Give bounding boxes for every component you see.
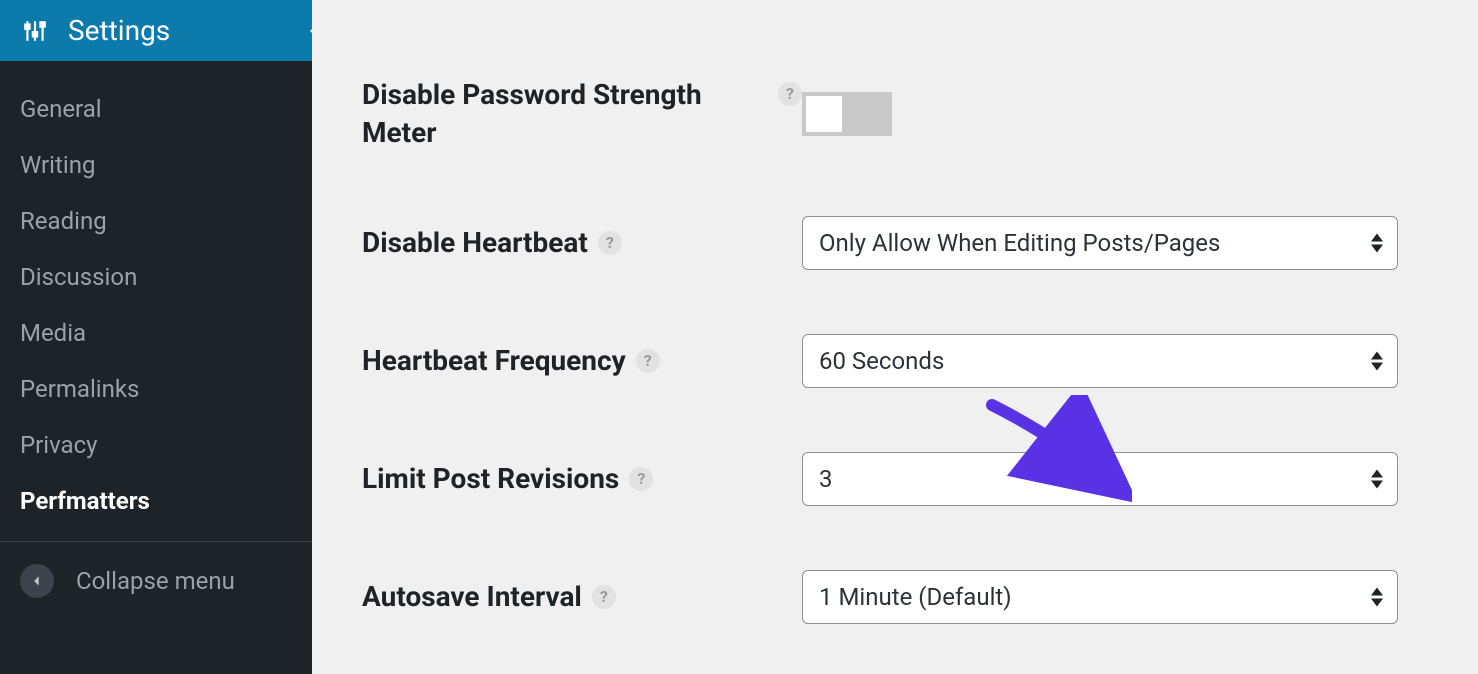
help-icon[interactable]: ?: [778, 82, 802, 106]
help-icon[interactable]: ?: [636, 349, 660, 373]
updown-caret-icon: [1371, 469, 1383, 488]
setting-label: Disable Heartbeat ?: [362, 224, 802, 262]
sidebar-item-writing[interactable]: Writing: [0, 137, 312, 193]
help-icon[interactable]: ?: [629, 467, 653, 491]
help-icon[interactable]: ?: [592, 585, 616, 609]
select-limit-post-revisions[interactable]: 3: [802, 452, 1398, 506]
row-autosave-interval: Autosave Interval ? 1 Minute (Default): [362, 538, 1402, 656]
label-text: Autosave Interval: [362, 578, 582, 616]
sidebar-item-label: Reading: [20, 207, 107, 235]
sidebar-menu: General Writing Reading Discussion Media…: [0, 61, 312, 541]
sidebar-item-permalinks[interactable]: Permalinks: [0, 361, 312, 417]
select-heartbeat-frequency[interactable]: 60 Seconds: [802, 334, 1398, 388]
updown-caret-icon: [1371, 587, 1383, 606]
label-text: Limit Post Revisions: [362, 460, 619, 498]
setting-label: Disable Password Strength Meter ?: [362, 76, 802, 152]
label-text: Disable Password Strength Meter: [362, 76, 768, 152]
select-disable-heartbeat[interactable]: Only Allow When Editing Posts/Pages: [802, 216, 1398, 270]
help-icon[interactable]: ?: [598, 231, 622, 255]
row-heartbeat-frequency: Heartbeat Frequency ? 60 Seconds: [362, 302, 1402, 420]
sidebar-item-label: Permalinks: [20, 375, 139, 403]
select-value: 1 Minute (Default): [819, 583, 1012, 611]
collapse-arrow-icon: [20, 564, 54, 598]
select-value: Only Allow When Editing Posts/Pages: [819, 229, 1220, 257]
row-limit-post-revisions: Limit Post Revisions ? 3: [362, 420, 1402, 538]
sidebar-item-label: Media: [20, 319, 86, 347]
toggle-password-meter[interactable]: [802, 92, 892, 136]
updown-caret-icon: [1371, 233, 1383, 252]
setting-label: Autosave Interval ?: [362, 578, 802, 616]
sidebar-item-label: Privacy: [20, 431, 98, 459]
select-value: 60 Seconds: [819, 347, 944, 375]
setting-label: Heartbeat Frequency ?: [362, 342, 802, 380]
sidebar-item-label: Perfmatters: [20, 487, 150, 515]
label-text: Disable Heartbeat: [362, 224, 588, 262]
row-disable-heartbeat: Disable Heartbeat ? Only Allow When Edit…: [362, 184, 1402, 302]
sidebar-item-discussion[interactable]: Discussion: [0, 249, 312, 305]
sidebar-item-label: General: [20, 95, 102, 123]
sidebar-item-reading[interactable]: Reading: [0, 193, 312, 249]
sidebar-item-general[interactable]: General: [0, 81, 312, 137]
toggle-knob: [806, 96, 842, 132]
row-disable-password-meter: Disable Password Strength Meter ?: [362, 0, 1402, 184]
sidebar-item-perfmatters[interactable]: Perfmatters: [0, 473, 312, 529]
collapse-label: Collapse menu: [76, 567, 235, 595]
select-autosave-interval[interactable]: 1 Minute (Default): [802, 570, 1398, 624]
admin-sidebar: Settings General Writing Reading Discuss…: [0, 0, 312, 674]
sidebar-item-privacy[interactable]: Privacy: [0, 417, 312, 473]
updown-caret-icon: [1371, 351, 1383, 370]
settings-sliders-icon: [20, 16, 50, 46]
sidebar-header-label: Settings: [68, 14, 170, 47]
sidebar-item-media[interactable]: Media: [0, 305, 312, 361]
sidebar-item-label: Discussion: [20, 263, 137, 291]
collapse-menu-button[interactable]: Collapse menu: [0, 541, 312, 620]
label-text: Heartbeat Frequency: [362, 342, 626, 380]
sidebar-item-label: Writing: [20, 151, 95, 179]
sidebar-header-settings[interactable]: Settings: [0, 0, 312, 61]
settings-panel: Disable Password Strength Meter ? Disabl…: [312, 0, 1478, 674]
select-value: 3: [819, 465, 833, 493]
setting-label: Limit Post Revisions ?: [362, 460, 802, 498]
